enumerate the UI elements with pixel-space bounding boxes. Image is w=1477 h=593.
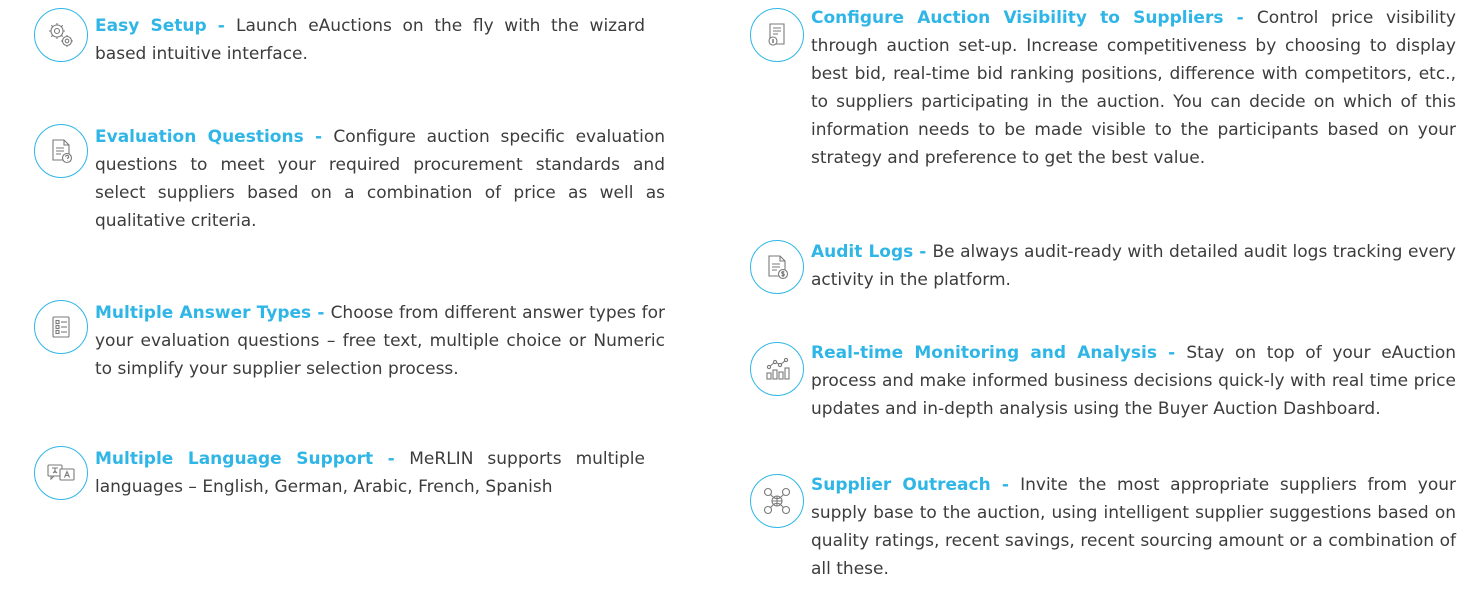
feature-title: Evaluation Questions bbox=[95, 127, 304, 147]
feature-text: Audit Logs - Be always audit-ready with … bbox=[811, 238, 1456, 294]
title-separator: - bbox=[373, 449, 410, 469]
feature-text: Easy Setup - Launch eAuctions on the fly… bbox=[95, 12, 645, 68]
feature-title: Real-time Monitoring and Analysis bbox=[811, 343, 1157, 363]
feature-text: Multiple Answer Types - Choose from diff… bbox=[95, 299, 665, 383]
title-separator: - bbox=[990, 475, 1021, 495]
title-separator: - bbox=[913, 242, 933, 262]
feature-text: Real-time Monitoring and Analysis - Stay… bbox=[811, 339, 1456, 423]
feature-description: Control price visibility through auction… bbox=[811, 8, 1456, 168]
feature-text: Supplier Outreach - Invite the most appr… bbox=[811, 471, 1456, 583]
feature-title: Configure Auction Visibility to Supplier… bbox=[811, 8, 1224, 28]
feature-title: Multiple Answer Types bbox=[95, 303, 312, 323]
feature-title: Supplier Outreach bbox=[811, 475, 991, 495]
feature-title: Multiple Language Support bbox=[95, 449, 374, 469]
document-price-icon bbox=[750, 8, 804, 62]
title-separator: - bbox=[206, 16, 237, 36]
feature-text: Multiple Language Support - MeRLIN suppo… bbox=[95, 445, 645, 501]
gears-icon bbox=[34, 8, 88, 62]
document-question-icon bbox=[34, 124, 88, 178]
title-separator: - bbox=[1223, 8, 1257, 28]
title-separator: - bbox=[303, 127, 334, 147]
translate-icon bbox=[34, 446, 88, 500]
analytics-chart-icon bbox=[750, 342, 804, 396]
feature-title: Easy Setup bbox=[95, 16, 207, 36]
feature-title: Audit Logs bbox=[811, 242, 914, 262]
feature-text: Configure Auction Visibility to Supplier… bbox=[811, 4, 1456, 172]
document-dollar-icon bbox=[750, 240, 804, 294]
title-separator: - bbox=[1156, 343, 1187, 363]
checklist-icon bbox=[34, 300, 88, 354]
supplier-network-icon bbox=[750, 474, 804, 528]
feature-text: Evaluation Questions - Configure auction… bbox=[95, 123, 665, 235]
title-separator: - bbox=[311, 303, 331, 323]
